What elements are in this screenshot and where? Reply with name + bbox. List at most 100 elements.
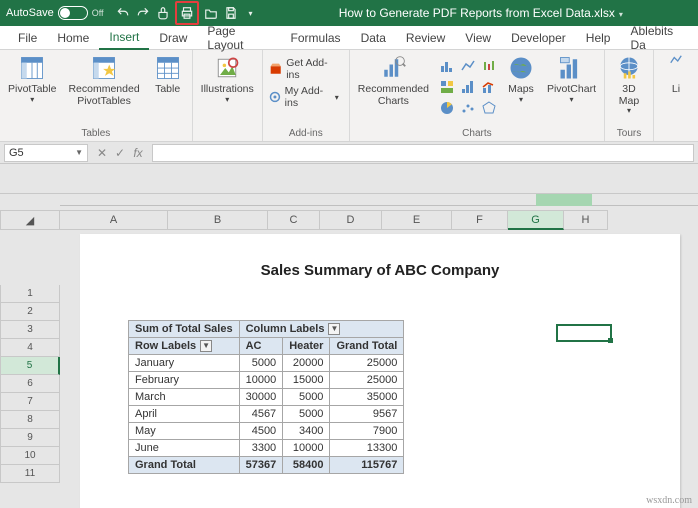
page-paper: Sales Summary of ABC Company Sum of Tota…	[80, 234, 680, 508]
active-cell[interactable]	[556, 324, 612, 342]
name-box[interactable]: G5 ▼	[4, 144, 88, 162]
row-header-8[interactable]: 8	[0, 411, 60, 429]
chart-type-grid	[437, 56, 499, 118]
sheet-area: ◢ 1234567891011 ABCDEFGH Sales Summary o…	[0, 194, 698, 508]
print-highlight	[175, 1, 199, 25]
select-all-corner[interactable]: ◢	[0, 210, 60, 230]
row-header-5[interactable]: 5	[0, 357, 60, 375]
formula-bar-buttons: ✕ ✓ fx	[88, 146, 152, 160]
my-addins-button[interactable]: My Add-ins▾	[267, 84, 341, 110]
column-headers: ABCDEFGH	[60, 210, 698, 230]
column-header-G[interactable]: G	[508, 210, 564, 230]
pivotchart-button[interactable]: PivotChart▾	[543, 52, 600, 106]
column-header-A[interactable]: A	[60, 210, 168, 230]
autosave-label: AutoSave	[6, 7, 54, 19]
row-header-2[interactable]: 2	[0, 303, 60, 321]
undo-icon[interactable]	[114, 4, 132, 22]
column-header-D[interactable]: D	[320, 210, 382, 230]
sparklines-button[interactable]: Li	[658, 52, 694, 98]
cancel-icon[interactable]: ✕	[94, 146, 110, 160]
group-tours: 3D Map▾ Tours	[605, 50, 654, 141]
radar-chart-icon[interactable]	[479, 98, 499, 118]
pivot-title: Sales Summary of ABC Company	[80, 234, 680, 279]
pie-chart-icon[interactable]	[437, 98, 457, 118]
autosave-toggle[interactable]: AutoSave Off	[0, 6, 110, 20]
column-header-B[interactable]: B	[168, 210, 268, 230]
row-header-column: ◢ 1234567891011	[0, 194, 60, 508]
maps-button[interactable]: Maps▾	[503, 52, 539, 106]
tab-ablebits-da[interactable]: Ablebits Da	[620, 26, 698, 50]
group-addins: Get Add-ins My Add-ins▾ ▶ Add-ins	[263, 50, 350, 141]
recommended-pivot-icon	[90, 54, 118, 82]
tab-home[interactable]: Home	[47, 26, 99, 50]
get-addins-button[interactable]: Get Add-ins	[267, 56, 341, 82]
tab-data[interactable]: Data	[351, 26, 396, 50]
row-header-10[interactable]: 10	[0, 447, 60, 465]
store-icon	[269, 62, 282, 76]
tab-draw[interactable]: Draw	[149, 26, 197, 50]
group-label-charts: Charts	[462, 127, 491, 141]
stat-chart-icon[interactable]	[458, 77, 478, 97]
scatter-chart-icon[interactable]	[458, 98, 478, 118]
column-chart-icon[interactable]	[437, 56, 457, 76]
autosave-state: Off	[92, 8, 104, 18]
fx-icon[interactable]: fx	[130, 146, 146, 160]
redo-icon[interactable]	[134, 4, 152, 22]
tab-insert[interactable]: Insert	[99, 26, 149, 50]
pivottable-button[interactable]: PivotTable▾	[4, 52, 60, 106]
column-header-C[interactable]: C	[268, 210, 320, 230]
group-label-tables: Tables	[81, 127, 110, 141]
tab-help[interactable]: Help	[576, 26, 621, 50]
illustrations-button[interactable]: Illustrations▾	[197, 52, 258, 106]
enter-icon[interactable]: ✓	[112, 146, 128, 160]
group-label-tours: Tours	[617, 127, 641, 141]
column-header-E[interactable]: E	[382, 210, 452, 230]
3d-map-icon	[615, 54, 643, 82]
tab-file[interactable]: File	[8, 26, 47, 50]
table-button[interactable]: Table	[148, 52, 188, 98]
3d-map-button[interactable]: 3D Map▾	[609, 52, 649, 118]
tab-review[interactable]: Review	[396, 26, 455, 50]
row-header-4[interactable]: 4	[0, 339, 60, 357]
namebox-dropdown-icon[interactable]: ▼	[75, 148, 83, 157]
combo-chart-icon[interactable]	[479, 77, 499, 97]
formula-bar[interactable]	[152, 144, 694, 162]
fill-handle[interactable]	[608, 338, 613, 343]
pivottable-icon	[18, 54, 46, 82]
name-box-value: G5	[9, 147, 24, 159]
quick-access-toolbar: ▾	[110, 1, 264, 25]
window-title: How to Generate PDF Reports from Excel D…	[264, 6, 698, 20]
sheet-main: ABCDEFGH Sales Summary of ABC Company Su…	[60, 194, 698, 508]
ribbon: PivotTable▾ Recommended PivotTables Tabl…	[0, 50, 698, 142]
column-header-F[interactable]: F	[452, 210, 508, 230]
hierarchy-chart-icon[interactable]	[437, 77, 457, 97]
tab-page-layout[interactable]: Page Layout	[197, 26, 280, 50]
maps-icon	[507, 54, 535, 82]
touch-icon[interactable]	[154, 4, 172, 22]
recommended-charts-icon	[379, 54, 407, 82]
tab-developer[interactable]: Developer	[501, 26, 576, 50]
recommended-charts-button[interactable]: Recommended Charts	[354, 52, 433, 109]
open-icon[interactable]	[202, 4, 220, 22]
recommended-pivot-button[interactable]: Recommended PivotTables	[64, 52, 143, 109]
tab-formulas[interactable]: Formulas	[281, 26, 351, 50]
ruler-highlight	[536, 194, 592, 206]
table-icon	[154, 54, 182, 82]
row-header-9[interactable]: 9	[0, 429, 60, 447]
row-header-11[interactable]: 11	[0, 465, 60, 483]
print-icon[interactable]	[178, 4, 196, 22]
row-header-3[interactable]: 3	[0, 321, 60, 339]
line-sparkline-icon	[662, 54, 690, 82]
line-chart-icon[interactable]	[458, 56, 478, 76]
group-tables: PivotTable▾ Recommended PivotTables Tabl…	[0, 50, 193, 141]
pivot-table[interactable]: Sum of Total SalesColumn Labels▼Row Labe…	[128, 320, 404, 474]
stock-chart-icon[interactable]	[479, 56, 499, 76]
row-header-7[interactable]: 7	[0, 393, 60, 411]
save-icon[interactable]	[222, 4, 240, 22]
row-header-6[interactable]: 6	[0, 375, 60, 393]
column-header-H[interactable]: H	[564, 210, 608, 230]
qat-more-icon[interactable]: ▾	[242, 4, 260, 22]
toggle-switch[interactable]	[58, 6, 88, 20]
row-header-1[interactable]: 1	[0, 285, 60, 303]
tab-view[interactable]: View	[455, 26, 501, 50]
